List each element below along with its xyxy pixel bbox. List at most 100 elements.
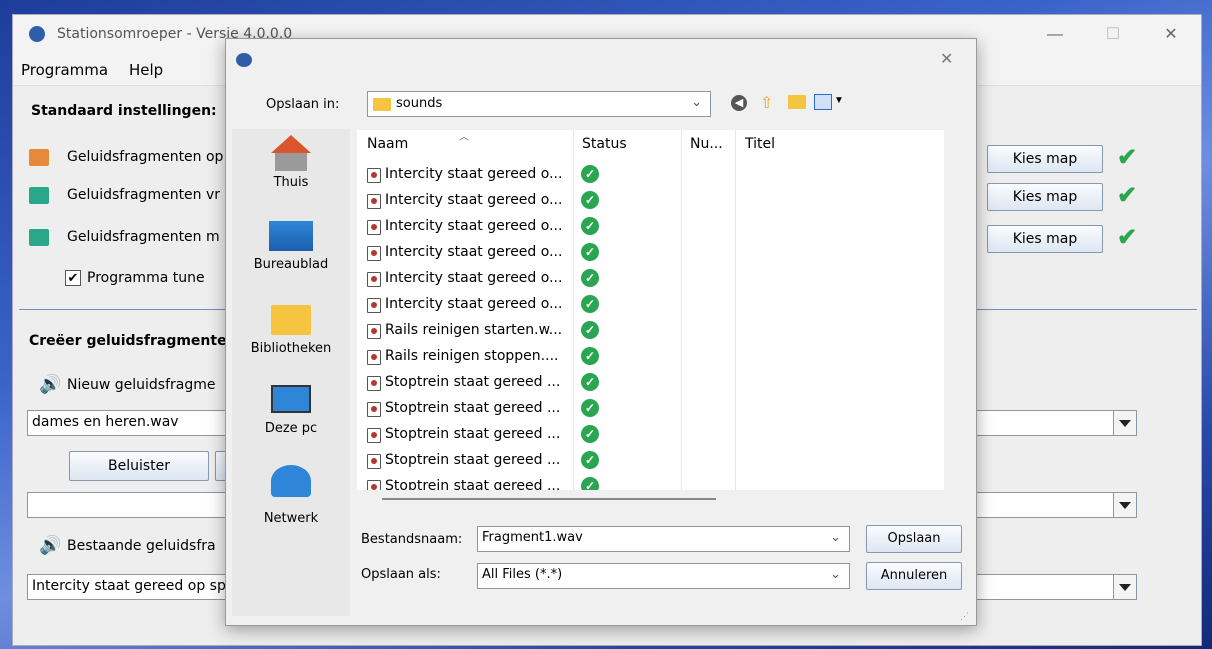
place-network-label: Netwerk (263, 511, 319, 526)
save-button[interactable]: Opslaan (866, 525, 962, 553)
status-ok-icon: ✓ (581, 321, 599, 339)
menu-help[interactable]: Help (129, 61, 163, 79)
file-row[interactable]: Stoptrein staat gereed ... ✓ (367, 474, 944, 490)
existing-combo-value: Intercity staat gereed op sp (32, 578, 226, 594)
chevron-down-icon[interactable] (1113, 575, 1136, 599)
save-in-label: Opslaan in: (266, 97, 340, 112)
choose-folder-button-1[interactable]: Kies map (987, 145, 1103, 173)
tune-label: Programma tune (87, 270, 205, 286)
speaker-icon: 🔊 (39, 374, 62, 394)
ok-check-icon: ✔ (1117, 144, 1138, 171)
sort-ascending-icon: ︿ (459, 132, 469, 143)
file-row[interactable]: Intercity staat gereed o... ✓ (367, 162, 944, 188)
file-row[interactable]: Stoptrein staat gereed ... ✓ (367, 448, 944, 474)
view-menu-chevron[interactable]: ▼ (834, 95, 844, 106)
choose-folder-button-2[interactable]: Kies map (987, 183, 1103, 211)
save-in-value: sounds (396, 96, 443, 111)
place-this-pc-label: Deze pc (264, 421, 318, 436)
file-row[interactable]: Intercity staat gereed o... ✓ (367, 188, 944, 214)
menu-programma[interactable]: Programma (21, 61, 108, 79)
column-header-name[interactable]: Naam (367, 136, 408, 152)
file-row[interactable]: Stoptrein staat gereed ... ✓ (367, 370, 944, 396)
file-name: Stoptrein staat gereed ... (385, 400, 561, 416)
back-icon[interactable]: ◀ (731, 95, 747, 111)
ok-check-icon: ✔ (1117, 182, 1138, 209)
download-folder-icon (29, 229, 49, 246)
status-ok-icon: ✓ (581, 347, 599, 365)
file-row[interactable]: Intercity staat gereed o... ✓ (367, 266, 944, 292)
dialog-title-bar: ✕ (226, 39, 976, 79)
status-ok-icon: ✓ (581, 373, 599, 391)
file-name: Stoptrein staat gereed ... (385, 374, 561, 390)
tune-checkbox[interactable]: ✔ (65, 270, 81, 286)
filename-input[interactable]: Fragment1.wav ⌄ (477, 526, 850, 552)
file-row[interactable]: Stoptrein staat gereed ... ✓ (367, 422, 944, 448)
new-folder-icon[interactable] (788, 95, 806, 109)
file-row[interactable]: Stoptrein staat gereed ... ✓ (367, 396, 944, 422)
chevron-down-icon[interactable]: ⌄ (830, 567, 841, 582)
status-ok-icon: ✓ (581, 217, 599, 235)
dialog-close-button[interactable]: ✕ (940, 49, 953, 69)
resize-grip-icon[interactable]: ⋰ (960, 611, 969, 622)
audio-file-icon (367, 454, 381, 469)
status-ok-icon: ✓ (581, 191, 599, 209)
ok-check-icon: ✔ (1117, 224, 1138, 251)
chevron-down-icon[interactable]: ⌄ (691, 95, 702, 110)
file-row[interactable]: Intercity staat gereed o... ✓ (367, 214, 944, 240)
listen-button[interactable]: Beluister (69, 451, 209, 481)
column-header-status[interactable]: Status (582, 136, 627, 152)
place-libraries-label: Bibliotheken (250, 341, 332, 356)
filetype-combo[interactable]: All Files (*.*) ⌄ (477, 563, 850, 589)
download-folder-icon (29, 187, 49, 204)
desktop-icon (269, 221, 313, 251)
up-folder-icon[interactable]: ⇧ (760, 93, 773, 113)
home-icon (271, 135, 311, 153)
chevron-down-icon[interactable] (1113, 493, 1136, 517)
app-icon (236, 53, 252, 67)
file-row[interactable]: Rails reinigen stoppen.... ✓ (367, 344, 944, 370)
filename-label: Bestandsnaam: (361, 532, 463, 547)
horizontal-scrollbar[interactable] (382, 498, 716, 500)
status-ok-icon: ✓ (581, 477, 599, 490)
row3-label: Geluidsfragmenten m (67, 229, 220, 245)
file-row[interactable]: Rails reinigen starten.w... ✓ (367, 318, 944, 344)
place-home[interactable]: Thuis (232, 135, 350, 190)
close-button[interactable]: ✕ (1151, 21, 1191, 49)
speaker-icon: 🔊 (39, 535, 62, 555)
choose-folder-button-3[interactable]: Kies map (987, 225, 1103, 253)
audio-file-icon (367, 272, 381, 287)
audio-file-icon (367, 298, 381, 313)
file-row[interactable]: Intercity staat gereed o... ✓ (367, 292, 944, 318)
place-libraries[interactable]: Bibliotheken (232, 305, 350, 356)
places-bar: Thuis Bureaublad Bibliotheken Deze pc Ne… (232, 129, 350, 616)
status-ok-icon: ✓ (581, 451, 599, 469)
cancel-button[interactable]: Annuleren (866, 562, 962, 590)
column-header-number[interactable]: Nu... (690, 136, 723, 152)
file-name: Rails reinigen stoppen.... (385, 348, 559, 364)
maximize-button[interactable]: ☐ (1093, 21, 1133, 49)
place-this-pc[interactable]: Deze pc (232, 385, 350, 436)
minimize-button[interactable]: — (1035, 21, 1075, 49)
audio-file-icon (367, 220, 381, 235)
place-desktop-label: Bureaublad (253, 257, 329, 272)
filetype-value: All Files (*.*) (482, 567, 563, 582)
folder-icon (373, 98, 391, 111)
file-name: Stoptrein staat gereed ... (385, 452, 561, 468)
file-name: Intercity staat gereed o... (385, 218, 563, 234)
place-home-label: Thuis (273, 175, 309, 190)
row1-label: Geluidsfragmenten op (67, 149, 224, 165)
file-name: Stoptrein staat gereed ... (385, 478, 561, 490)
chevron-down-icon[interactable]: ⌄ (830, 530, 841, 545)
new-fragment-label: Nieuw geluidsfragme (67, 377, 216, 393)
chevron-down-icon[interactable] (1113, 411, 1136, 435)
file-name: Rails reinigen starten.w... (385, 322, 563, 338)
save-in-combo[interactable]: sounds ⌄ (367, 91, 711, 117)
place-desktop[interactable]: Bureaublad (232, 221, 350, 272)
file-row[interactable]: Intercity staat gereed o... ✓ (367, 240, 944, 266)
view-menu-icon[interactable] (814, 94, 832, 110)
audio-file-icon (367, 480, 381, 490)
place-network[interactable]: Netwerk (232, 465, 350, 526)
status-ok-icon: ✓ (581, 243, 599, 261)
libraries-icon (271, 305, 311, 335)
column-header-title[interactable]: Titel (745, 136, 775, 152)
